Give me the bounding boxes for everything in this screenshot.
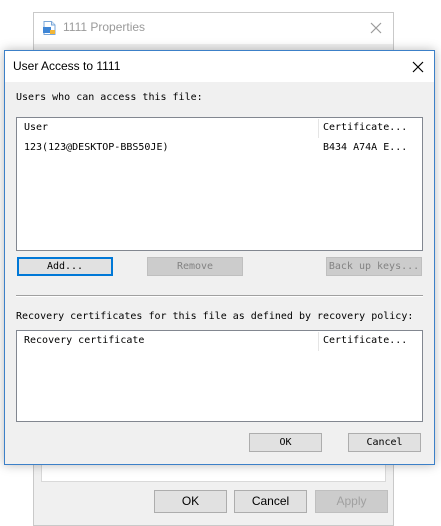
close-icon[interactable] <box>365 17 387 39</box>
close-icon[interactable] <box>406 55 430 79</box>
column-header-certificate[interactable]: Certificate... <box>323 331 419 351</box>
add-button-label: Add... <box>46 261 84 272</box>
user-access-dialog: User Access to 1111 Users who can access… <box>4 50 435 465</box>
dialog-title: User Access to 1111 <box>13 59 121 73</box>
section-divider <box>16 295 423 297</box>
user-name-cell: 123(123@DESKTOP-BBS50JE) <box>24 142 169 153</box>
dialog-titlebar[interactable]: User Access to 1111 <box>5 51 434 82</box>
add-button[interactable]: Add... <box>17 257 113 276</box>
properties-apply-button[interactable]: Apply <box>315 490 388 513</box>
users-label: Users who can access this file: <box>16 92 203 103</box>
properties-title: 1111 Properties <box>63 20 146 34</box>
users-list-header: User Certificate... <box>17 118 422 138</box>
users-list[interactable]: User Certificate... 123(123@DESKTOP-BBS5… <box>16 117 423 251</box>
document-icon <box>43 21 56 35</box>
properties-cancel-button[interactable]: Cancel <box>234 490 307 513</box>
recovery-label: Recovery certificates for this file as d… <box>16 311 414 322</box>
screen: 1111 Properties OK Cancel Apply User Acc… <box>0 0 441 526</box>
cancel-button[interactable]: Cancel <box>348 433 421 452</box>
column-header-user[interactable]: User <box>24 118 314 138</box>
remove-button[interactable]: Remove <box>147 257 243 276</box>
column-header-recovery-certificate[interactable]: Recovery certificate <box>24 331 314 351</box>
backup-keys-button[interactable]: Back up keys... <box>326 257 422 276</box>
ok-button[interactable]: OK <box>249 433 322 452</box>
certificate-cell: B434 A74A E... <box>323 142 408 153</box>
properties-titlebar[interactable]: 1111 Properties <box>34 13 393 44</box>
column-separator[interactable] <box>318 119 319 138</box>
recovery-list-header: Recovery certificate Certificate... <box>17 331 422 351</box>
properties-ok-button[interactable]: OK <box>154 490 227 513</box>
column-header-certificate[interactable]: Certificate... <box>323 118 419 138</box>
recovery-list[interactable]: Recovery certificate Certificate... <box>16 330 423 422</box>
list-item[interactable]: 123(123@DESKTOP-BBS50JE) B434 A74A E... <box>17 138 422 157</box>
column-separator[interactable] <box>318 332 319 351</box>
